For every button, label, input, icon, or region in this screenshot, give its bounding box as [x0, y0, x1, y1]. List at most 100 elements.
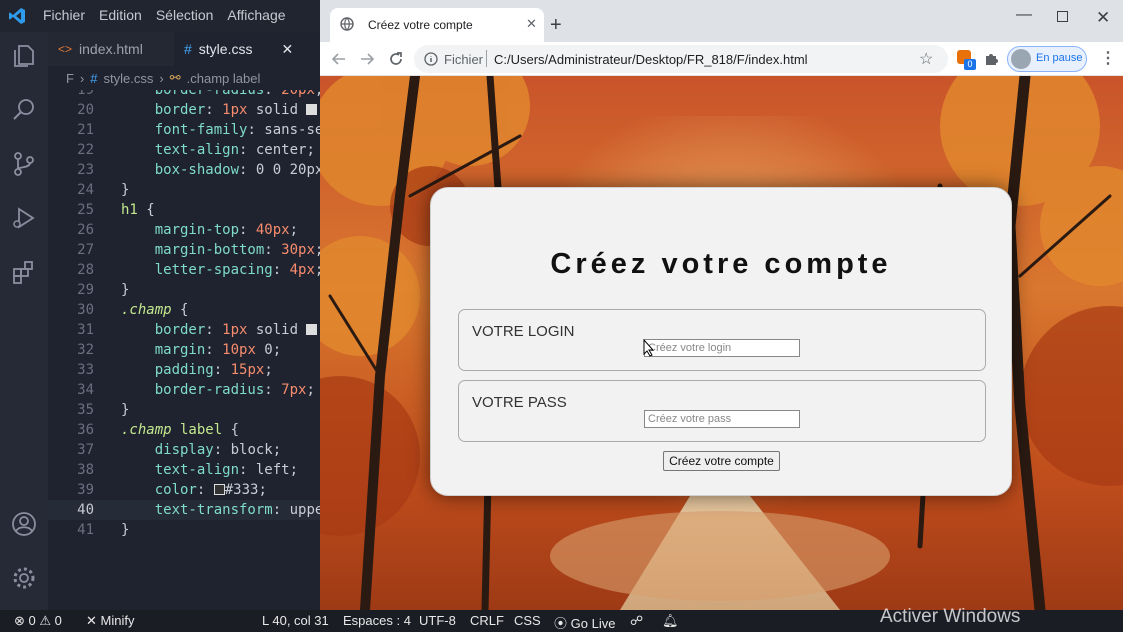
windows-activation-watermark: Activer Windows [880, 606, 1021, 627]
close-tab-icon[interactable]: ✕ [526, 16, 537, 32]
code-text: margin-top: 40px; [154, 222, 299, 238]
avatar [1011, 49, 1031, 69]
menu-fichier[interactable]: Fichier [43, 7, 85, 23]
code-line[interactable]: 37 display: block; [48, 440, 320, 460]
code-line[interactable]: 20 border: 1px solid [48, 100, 320, 120]
code-text: } [121, 182, 130, 198]
error-count: 0 [28, 613, 36, 628]
go-live-button[interactable]: ⦿ Go Live [554, 613, 615, 632]
run-debug-icon[interactable] [10, 204, 38, 232]
code-text: } [121, 282, 130, 298]
line-number: 27 [77, 242, 94, 258]
line-number: 25 [77, 202, 94, 218]
code-line[interactable]: 39 color: #333; [48, 480, 320, 500]
login-input[interactable] [644, 339, 800, 357]
code-line[interactable]: 21 font-family: sans-serif; [48, 120, 320, 140]
source-control-icon[interactable] [10, 150, 38, 178]
code-line[interactable]: 36 .champ label { [48, 420, 320, 440]
profile-button[interactable]: En pause [1007, 46, 1087, 72]
vscode-titlebar: Fichier Edition Sélection Affichage [0, 0, 320, 32]
browser-tab[interactable]: Créez votre compte ✕ [330, 8, 544, 42]
tab-title: Créez votre compte [368, 18, 473, 32]
notifications-bell-icon[interactable]: 🔔︎ [662, 613, 679, 629]
info-icon[interactable] [424, 52, 438, 66]
create-account-button[interactable]: Créez votre compte [663, 451, 780, 471]
code-line[interactable]: 32 margin: 10px 0; [48, 340, 320, 360]
puzzle-extensions-icon[interactable] [984, 51, 999, 66]
code-editor[interactable]: 19 border-radius: 20px;20 border: 1px so… [48, 90, 320, 610]
color-swatch[interactable] [306, 104, 318, 115]
code-line[interactable]: 34 border-radius: 7px; [48, 380, 320, 400]
divider [486, 50, 487, 67]
activity-bar [0, 32, 48, 610]
menu-edition[interactable]: Edition [99, 7, 142, 23]
code-line[interactable]: 22 text-align: center; [48, 140, 320, 160]
address-bar[interactable]: Fichier C:/Users/Administrateur/Desktop/… [414, 45, 948, 73]
end-of-line[interactable]: CRLF [470, 613, 504, 628]
code-line[interactable]: 35} [48, 400, 320, 420]
css-file-icon: # [90, 70, 98, 86]
color-swatch[interactable] [306, 324, 318, 335]
code-text: text-align: center; [154, 142, 315, 158]
back-arrow-icon[interactable] [332, 52, 346, 66]
code-text: text-align: left; [154, 462, 299, 478]
problems-indicator[interactable]: ⊗ 0 ⚠ 0 [14, 613, 62, 629]
broadcast-icon: ⦿ [554, 616, 568, 631]
breadcrumb-file[interactable]: style.css [104, 71, 154, 86]
reload-icon[interactable] [388, 51, 404, 67]
vscode-window: Fichier Edition Sélection Affichage <> i… [0, 0, 320, 610]
color-swatch[interactable] [213, 484, 225, 495]
page-title: Créez votre compte [550, 248, 892, 280]
line-number: 19 [77, 90, 94, 98]
breadcrumb-symbol[interactable]: .champ label [187, 71, 261, 86]
kebab-menu-icon[interactable]: ⋮ [1100, 48, 1116, 68]
code-text: margin-bottom: 30px; [154, 242, 320, 258]
code-line[interactable]: 27 margin-bottom: 30px; [48, 240, 320, 260]
menu-affichage[interactable]: Affichage [227, 7, 285, 23]
pass-input[interactable] [644, 410, 800, 428]
new-tab-icon[interactable]: + [550, 14, 562, 37]
tab-style-css[interactable]: # style.css ✕ [174, 32, 320, 66]
code-text: display: block; [154, 442, 282, 458]
search-icon[interactable] [10, 96, 38, 124]
code-line[interactable]: 25 h1 { [48, 200, 320, 220]
menu-selection[interactable]: Sélection [156, 7, 214, 23]
feedback-icon[interactable]: ☍ [630, 613, 643, 629]
line-number: 32 [77, 342, 94, 358]
pass-label: Votre pass [472, 394, 567, 411]
account-icon[interactable] [10, 510, 38, 538]
code-line[interactable]: 38 text-align: left; [48, 460, 320, 480]
code-line[interactable]: 30 .champ { [48, 300, 320, 320]
code-line[interactable]: 23 box-shadow: 0 0 20px [48, 160, 320, 180]
minimize-icon[interactable]: — [1016, 6, 1032, 24]
breadcrumb-folder[interactable]: F [66, 71, 74, 86]
vscode-logo-icon [9, 8, 25, 24]
code-line[interactable]: 29} [48, 280, 320, 300]
code-text: h1 { [121, 202, 155, 218]
cursor-position[interactable]: L 40, col 31 [262, 613, 329, 628]
forward-arrow-icon[interactable] [360, 52, 374, 66]
line-number: 35 [77, 402, 94, 418]
code-line[interactable]: 24} [48, 180, 320, 200]
tab-strip: Créez votre compte ✕ + — ✕ [320, 0, 1123, 42]
bookmark-star-icon[interactable]: ☆ [919, 49, 933, 69]
close-tab-icon[interactable]: ✕ [281, 41, 293, 58]
line-number: 31 [77, 322, 94, 338]
code-line[interactable]: 19 border-radius: 20px; [48, 90, 320, 100]
minify-button[interactable]: ✕ Minify [86, 613, 134, 629]
tab-index-html[interactable]: <> index.html [48, 32, 174, 66]
code-line[interactable]: 28 letter-spacing: 4px; [48, 260, 320, 280]
indentation[interactable]: Espaces : 4 [343, 613, 411, 628]
settings-gear-icon[interactable] [10, 564, 38, 592]
code-line[interactable]: 33 padding: 15px; [48, 360, 320, 380]
encoding[interactable]: UTF-8 [419, 613, 456, 628]
maximize-icon[interactable] [1057, 11, 1068, 22]
explorer-icon[interactable] [10, 42, 38, 70]
code-line[interactable]: 40 text-transform: uppercase; [48, 500, 320, 520]
language-mode[interactable]: CSS [514, 613, 541, 628]
extensions-icon[interactable] [10, 258, 38, 286]
code-line[interactable]: 41} [48, 520, 320, 540]
close-window-icon[interactable]: ✕ [1096, 8, 1110, 28]
code-line[interactable]: 26 margin-top: 40px; [48, 220, 320, 240]
code-line[interactable]: 31 border: 1px solid [48, 320, 320, 340]
